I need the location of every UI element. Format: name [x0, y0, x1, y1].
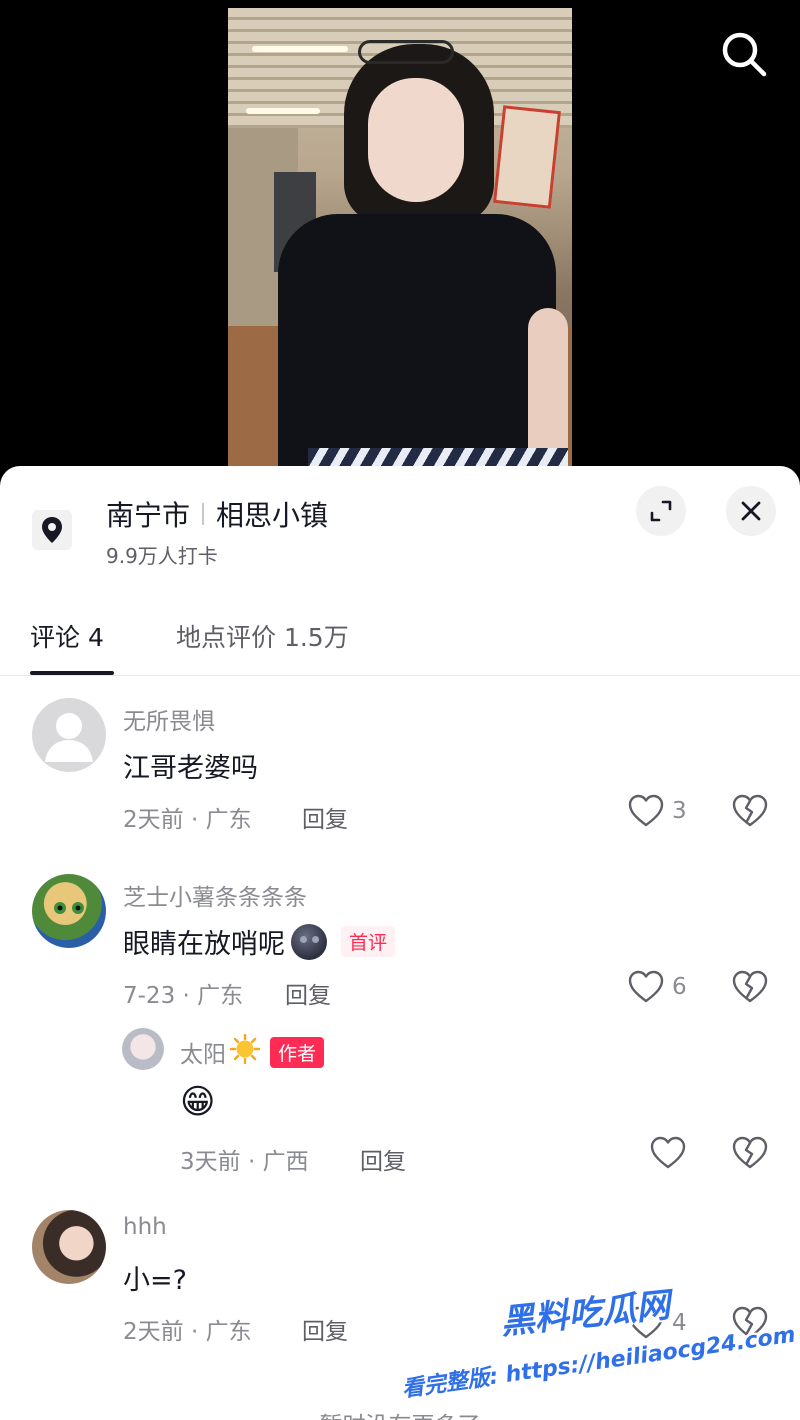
- dislike-button[interactable]: [732, 1306, 768, 1344]
- comment-item: 芝士小薯条条条条 眼睛在放哨呢 首评 7-23 · 广东 回复 6 太阳 作者 …: [0, 872, 800, 1192]
- title-divider: [202, 503, 205, 525]
- comment-text-body: 眼睛在放哨呢: [123, 929, 285, 960]
- first-comment-badge: 首评: [341, 926, 396, 957]
- reply-button[interactable]: 回复: [302, 1312, 348, 1346]
- tab-reviews[interactable]: 地点评价 1.5万: [176, 618, 349, 654]
- reply-text: 😁: [180, 1082, 216, 1122]
- like-count: 4: [672, 1310, 687, 1336]
- comment-time-location: 7-23 · 广东: [123, 983, 244, 1009]
- location-comments-sheet: 南宁市 相思小镇 9.9万人打卡 评论 4 地点评价 1.5万 无所畏惧 江哥老…: [0, 466, 800, 1420]
- reply-button[interactable]: 回复: [285, 976, 331, 1010]
- broken-heart-icon: [732, 1136, 768, 1169]
- search-button[interactable]: [718, 28, 770, 80]
- heart-icon: [628, 794, 664, 827]
- reply-avatar[interactable]: [122, 1028, 164, 1070]
- video-player[interactable]: [0, 0, 800, 480]
- author-badge: 作者: [270, 1036, 325, 1068]
- dislike-button[interactable]: [732, 794, 768, 832]
- video-frame: [228, 8, 572, 480]
- location-place: 相思小镇: [216, 499, 329, 532]
- sun-emoji-icon: [229, 1033, 261, 1070]
- location-city: 南宁市: [106, 499, 191, 532]
- broken-heart-icon: [732, 1306, 768, 1339]
- location-pin-icon: [32, 510, 72, 550]
- tab-bar: 评论 4 地点评价 1.5万: [0, 596, 800, 676]
- comment-text: 眼睛在放哨呢 首评: [123, 922, 396, 961]
- location-title[interactable]: 南宁市 相思小镇: [106, 494, 328, 534]
- comment-text: 江哥老婆吗: [123, 753, 258, 784]
- like-button[interactable]: 3: [628, 794, 687, 828]
- heart-icon: [628, 1306, 664, 1339]
- reply-button[interactable]: 回复: [302, 800, 348, 834]
- comment-time-location: 2天前 · 广东: [123, 1319, 252, 1345]
- active-tab-indicator: [30, 671, 114, 675]
- heart-icon: [628, 970, 664, 1003]
- heart-icon: [650, 1136, 686, 1169]
- avatar[interactable]: [32, 874, 106, 948]
- comment-item: hhh 小=? 2天前 · 广东 回复 4: [0, 1208, 800, 1358]
- like-count: 6: [672, 974, 687, 1000]
- expand-button[interactable]: [636, 486, 686, 536]
- comment-item: 无所畏惧 江哥老婆吗 2天前 · 广东 回复 3: [0, 696, 800, 846]
- like-button[interactable]: 4: [628, 1306, 687, 1340]
- like-button[interactable]: 6: [628, 970, 687, 1004]
- avatar[interactable]: [32, 698, 106, 772]
- comment-username[interactable]: 无所畏惧: [123, 702, 215, 736]
- like-button[interactable]: [650, 1136, 694, 1170]
- dislike-button[interactable]: [732, 1136, 768, 1174]
- avatar[interactable]: [32, 1210, 106, 1284]
- broken-heart-icon: [732, 970, 768, 1003]
- no-more-text: 暂时没有更多了: [0, 1406, 800, 1420]
- reply-button[interactable]: 回复: [360, 1142, 406, 1176]
- checkin-count: 9.9万人打卡: [106, 544, 218, 568]
- reply-time-location: 3天前 · 广西: [180, 1149, 309, 1175]
- location-header: 南宁市 相思小镇 9.9万人打卡: [0, 466, 800, 576]
- emoji-icon: [291, 923, 327, 960]
- expand-icon: [650, 500, 672, 522]
- reply-username[interactable]: 太阳: [180, 1035, 226, 1069]
- broken-heart-icon: [732, 794, 768, 827]
- comment-username[interactable]: 芝士小薯条条条条: [123, 878, 307, 912]
- close-button[interactable]: [726, 486, 776, 536]
- tab-comments[interactable]: 评论 4: [30, 618, 104, 654]
- close-icon: [741, 501, 761, 521]
- comment-text: 小=?: [123, 1265, 187, 1296]
- comment-username[interactable]: hhh: [123, 1214, 167, 1240]
- search-icon: [722, 32, 767, 77]
- reply-username-row: 太阳 作者: [180, 1033, 325, 1070]
- like-count: 3: [672, 798, 687, 824]
- comment-time-location: 2天前 · 广东: [123, 807, 252, 833]
- dislike-button[interactable]: [732, 970, 768, 1008]
